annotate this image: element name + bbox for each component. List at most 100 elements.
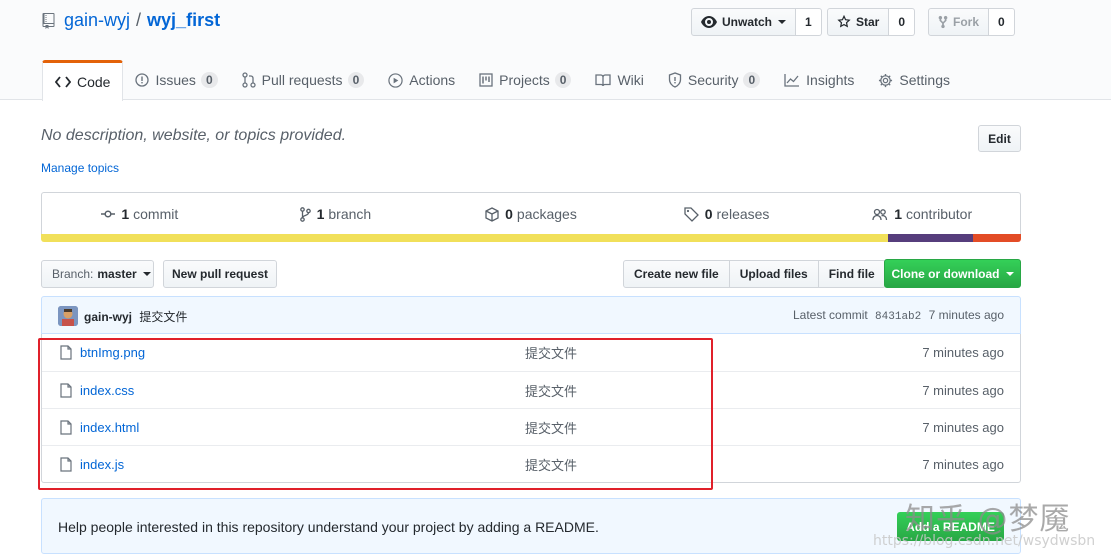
file-name-link[interactable]: index.js	[80, 457, 124, 472]
file-list: btnImg.png 提交文件 7 minutes ago index.css …	[41, 334, 1021, 483]
tab-insights[interactable]: Insights	[772, 60, 866, 100]
file-name-link[interactable]: index.html	[80, 420, 139, 435]
repo-icon	[42, 12, 55, 29]
fork-count[interactable]: 0	[989, 8, 1015, 36]
star-button[interactable]: Star	[827, 8, 890, 36]
repo-owner-link[interactable]: gain-wyj	[64, 10, 130, 31]
contributors-link[interactable]: 1 contributor	[824, 193, 1020, 235]
file-icon	[60, 383, 72, 398]
watermark-url: https://blog.csdn.net/wsydwsbn	[873, 533, 1096, 549]
packages-link[interactable]: 0 packages	[433, 193, 629, 235]
branch-select-button[interactable]: Branch: master	[41, 260, 154, 288]
new-pull-request-button[interactable]: New pull request	[163, 260, 277, 288]
releases-link[interactable]: 0 releases	[629, 193, 825, 235]
file-commit-message[interactable]: 提交文件	[525, 343, 577, 362]
branch-select-value: master	[97, 267, 137, 281]
contributors-count: 1	[894, 206, 902, 222]
commit-sha-link[interactable]: 8431ab2	[875, 311, 921, 323]
people-icon	[872, 208, 888, 220]
tab-label: Actions	[409, 72, 456, 88]
watermark-zhihu: 知乎 @梦魇	[905, 502, 1071, 537]
tab-projects[interactable]: Projects 0	[467, 60, 583, 100]
tab-label: Code	[77, 74, 111, 90]
tab-settings[interactable]: Settings	[866, 60, 962, 100]
tab-pull-requests[interactable]: Pull requests 0	[230, 60, 377, 100]
issues-counter: 0	[200, 72, 218, 88]
eye-icon	[701, 16, 717, 28]
manage-topics-link[interactable]: Manage topics	[41, 161, 119, 175]
tab-label: Settings	[899, 72, 950, 88]
language-bar-segment	[972, 234, 1021, 242]
file-age: 7 minutes ago	[922, 456, 1004, 472]
unwatch-label: Unwatch	[722, 15, 773, 29]
branch-select-label: Branch:	[52, 267, 94, 281]
tab-wiki[interactable]: Wiki	[583, 60, 655, 100]
tab-label: Wiki	[617, 72, 644, 88]
packages-count: 0	[505, 206, 513, 222]
file-age: 7 minutes ago	[922, 345, 1004, 360]
file-row: index.html 提交文件 7 minutes ago	[42, 408, 1020, 445]
clone-or-download-button[interactable]: Clone or download	[884, 259, 1021, 288]
file-actions-group: Create new file Upload files Find file	[623, 260, 886, 288]
language-bar[interactable]	[41, 234, 1021, 242]
contributors-label: contributor	[905, 206, 973, 222]
star-count[interactable]: 0	[889, 8, 916, 36]
create-new-file-button[interactable]: Create new file	[623, 260, 730, 288]
fork-button[interactable]: Fork	[928, 8, 990, 36]
repo-name-link[interactable]: wyj_first	[147, 10, 220, 31]
clone-label: Clone or download	[891, 266, 1000, 281]
commit-author[interactable]: gain-wyj	[84, 310, 132, 324]
file-icon	[60, 457, 72, 472]
upload-files-button[interactable]: Upload files	[728, 260, 819, 288]
chevron-down-icon	[142, 272, 151, 276]
commits-link[interactable]: 1 commit	[42, 193, 238, 235]
commit-message[interactable]: 提交文件	[139, 310, 187, 324]
star-group: Star 0	[827, 8, 916, 36]
watch-count[interactable]: 1	[796, 8, 822, 36]
fork-label: Fork	[953, 15, 980, 29]
file-icon	[60, 420, 72, 435]
tab-security[interactable]: Security 0	[656, 60, 772, 100]
issue-icon	[135, 73, 150, 87]
branch-icon	[299, 206, 311, 222]
watch-group: Unwatch 1	[691, 8, 822, 36]
pull-requests-counter: 0	[347, 72, 365, 88]
tab-code[interactable]: Code	[42, 60, 124, 101]
tab-label: Insights	[806, 72, 855, 88]
code-icon	[55, 76, 71, 88]
readme-banner-text: Help people interested in this repositor…	[58, 519, 599, 535]
branches-link[interactable]: 1 branch	[238, 193, 434, 235]
gear-icon	[879, 73, 893, 87]
file-age: 7 minutes ago	[922, 419, 1004, 435]
latest-commit-prefix: Latest commit	[793, 308, 868, 322]
branches-label: branch	[328, 206, 372, 222]
repo-title: gain-wyj / wyj_first	[42, 10, 220, 31]
language-bar-segment	[41, 234, 888, 242]
file-commit-message[interactable]: 提交文件	[525, 381, 577, 400]
fork-icon	[938, 15, 948, 29]
releases-count: 0	[704, 206, 713, 222]
commits-count: 1	[121, 206, 130, 222]
graph-icon	[784, 74, 800, 87]
file-name-link[interactable]: btnImg.png	[80, 345, 145, 360]
avatar[interactable]	[58, 306, 78, 326]
edit-description-button[interactable]: Edit	[978, 125, 1021, 152]
file-icon	[60, 345, 72, 360]
project-icon	[479, 73, 493, 87]
tab-issues[interactable]: Issues 0	[123, 60, 229, 100]
tab-actions[interactable]: Actions	[376, 60, 467, 100]
tab-label: Issues	[155, 72, 196, 88]
commits-label: commit	[133, 206, 179, 222]
file-name-link[interactable]: index.css	[80, 383, 134, 398]
tab-label: Projects	[499, 72, 550, 88]
file-commit-message[interactable]: 提交文件	[525, 455, 577, 474]
projects-counter: 0	[554, 72, 572, 88]
commit-icon	[101, 210, 116, 218]
unwatch-button[interactable]: Unwatch	[691, 8, 797, 36]
tab-label: Security	[687, 72, 739, 88]
package-icon	[485, 206, 499, 222]
file-row: index.css 提交文件 7 minutes ago	[42, 371, 1020, 408]
file-commit-message[interactable]: 提交文件	[525, 418, 577, 437]
file-age: 7 minutes ago	[922, 382, 1004, 398]
find-file-button[interactable]: Find file	[817, 260, 886, 288]
